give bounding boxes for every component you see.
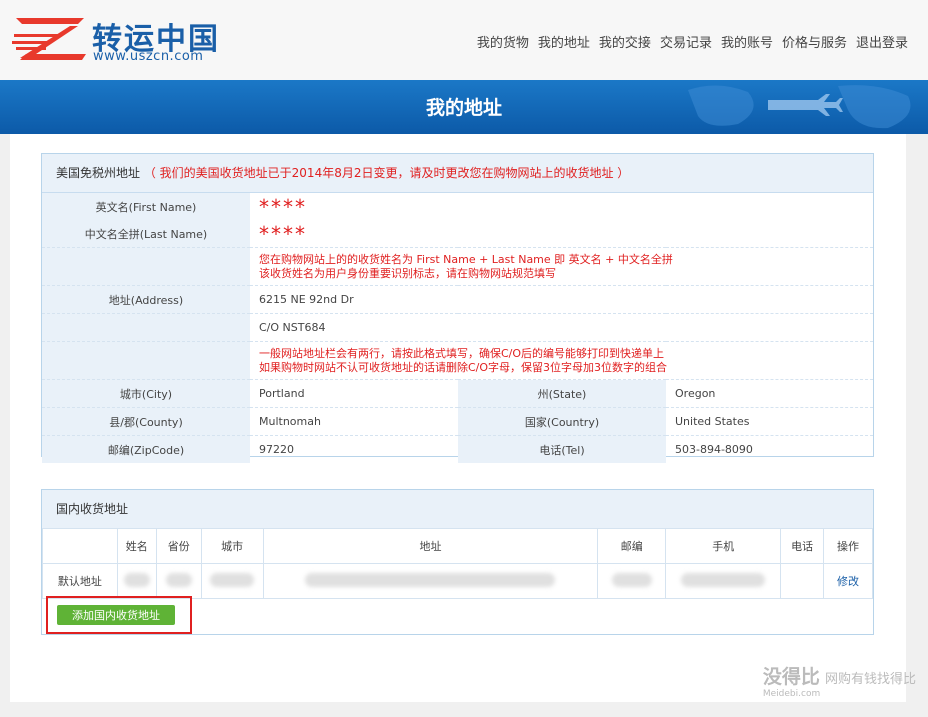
name-note-2: 该收货姓名为用户身份重要识别标志，请在购物网站规范填写 xyxy=(259,266,556,280)
us-address-header: 美国免税州地址 （ 我们的美国收货地址已于2014年8月2日变更，请及时更改您在… xyxy=(42,154,873,193)
county-label: 县/郡(County) xyxy=(42,407,250,436)
address-note-1: 一般网站地址栏会有两行，请按此格式填写，确保C/O后的编号能够打印到快递单上 xyxy=(259,346,665,360)
redacted-province xyxy=(165,572,192,587)
country-value: United States xyxy=(666,407,873,436)
site-header: 转运中国 www.uszcn.com 我的货物 我的地址 我的交接 交易记录 我… xyxy=(0,0,928,80)
redacted-city xyxy=(210,572,255,587)
col-blank xyxy=(42,528,118,564)
nav-my-account[interactable]: 我的账号 xyxy=(721,32,773,51)
watermark-logo: 没得比 xyxy=(762,666,820,688)
add-button-highlight: 添加国内收货地址 xyxy=(46,596,192,634)
tel-label: 电话(Tel) xyxy=(458,435,666,463)
domestic-address-header: 国内收货地址 xyxy=(42,490,873,529)
page-banner: 我的地址 xyxy=(0,80,928,134)
watermark-slogan: 网购有钱找得比 xyxy=(824,672,916,687)
zip-value: 97220 xyxy=(259,443,294,456)
table-row: 默认地址 修改 xyxy=(42,563,873,599)
redacted-mobile xyxy=(681,572,766,587)
address-line1: 6215 NE 92nd Dr xyxy=(250,285,873,314)
domestic-address-table: 姓名 省份 城市 地址 邮编 手机 电话 操作 默认地址 修改 xyxy=(42,528,873,599)
us-address-notice: （ 我们的美国收货地址已于2014年8月2日变更，请及时更改您在购物网站上的收货… xyxy=(143,166,630,180)
logo-icon[interactable] xyxy=(12,14,88,64)
phone-cell xyxy=(780,563,825,599)
last-name-value: **** xyxy=(259,221,307,246)
col-action: 操作 xyxy=(823,528,873,564)
nav-pricing[interactable]: 价格与服务 xyxy=(782,32,847,51)
county-value: Multnomah xyxy=(250,407,458,436)
domestic-address-title: 国内收货地址 xyxy=(56,502,129,516)
edit-address-link[interactable]: 修改 xyxy=(837,575,859,588)
address-label: 地址(Address) xyxy=(42,285,250,314)
us-address-table: 英文名(First Name) **** 中文名全拼(Last Name) **… xyxy=(42,193,873,463)
zip-label: 邮编(ZipCode) xyxy=(42,435,250,463)
default-address-label: 默认地址 xyxy=(42,563,118,599)
col-mobile: 手机 xyxy=(665,528,782,564)
nav-logout[interactable]: 退出登录 xyxy=(856,32,908,51)
address-line2: C/O NST684 xyxy=(250,313,873,342)
redacted-name xyxy=(123,572,150,587)
top-nav: 我的货物 我的地址 我的交接 交易记录 我的账号 价格与服务 退出登录 xyxy=(477,32,908,51)
city-value: Portland xyxy=(250,379,458,408)
col-address: 地址 xyxy=(262,528,599,564)
us-address-title: 美国免税州地址 xyxy=(56,166,141,180)
us-address-panel: 美国免税州地址 （ 我们的美国收货地址已于2014年8月2日变更，请及时更改您在… xyxy=(41,153,874,463)
col-phone: 电话 xyxy=(780,528,825,564)
add-domestic-address-button[interactable]: 添加国内收货地址 xyxy=(57,605,175,625)
address-note-2: 如果购物时网站不认可收货地址的话请删除C/O字母，保留3位字母加3位数字的组合 xyxy=(259,360,668,374)
redacted-zip xyxy=(611,572,652,587)
nav-my-handover[interactable]: 我的交接 xyxy=(599,32,651,51)
watermark: 没得比 网购有钱找得比 Meidebi.com xyxy=(763,662,916,699)
state-label: 州(State) xyxy=(458,379,666,408)
col-zip: 邮编 xyxy=(597,528,667,564)
redacted-address xyxy=(305,572,556,587)
page-title: 我的地址 xyxy=(425,97,502,119)
last-name-label: 中文名全拼(Last Name) xyxy=(42,220,250,248)
nav-my-address[interactable]: 我的地址 xyxy=(538,32,590,51)
nav-my-goods[interactable]: 我的货物 xyxy=(477,32,529,51)
table-header-row: 姓名 省份 城市 地址 邮编 手机 电话 操作 xyxy=(42,528,873,564)
watermark-site: Meidebi.com xyxy=(762,689,821,699)
tel-value: 503-894-8090 xyxy=(675,443,753,456)
state-value: Oregon xyxy=(666,379,873,408)
city-label: 城市(City) xyxy=(42,379,250,408)
country-label: 国家(Country) xyxy=(458,407,666,436)
col-city: 城市 xyxy=(200,528,264,564)
first-name-value: **** xyxy=(259,194,307,219)
first-name-label: 英文名(First Name) xyxy=(42,193,250,220)
name-note-1: 您在购物网站上的的收货姓名为 First Name + Last Name 即 … xyxy=(259,252,673,266)
logo-url: www.uszcn.com xyxy=(93,49,204,64)
col-name: 姓名 xyxy=(116,528,157,564)
col-province: 省份 xyxy=(155,528,202,564)
nav-transactions[interactable]: 交易记录 xyxy=(660,32,712,51)
